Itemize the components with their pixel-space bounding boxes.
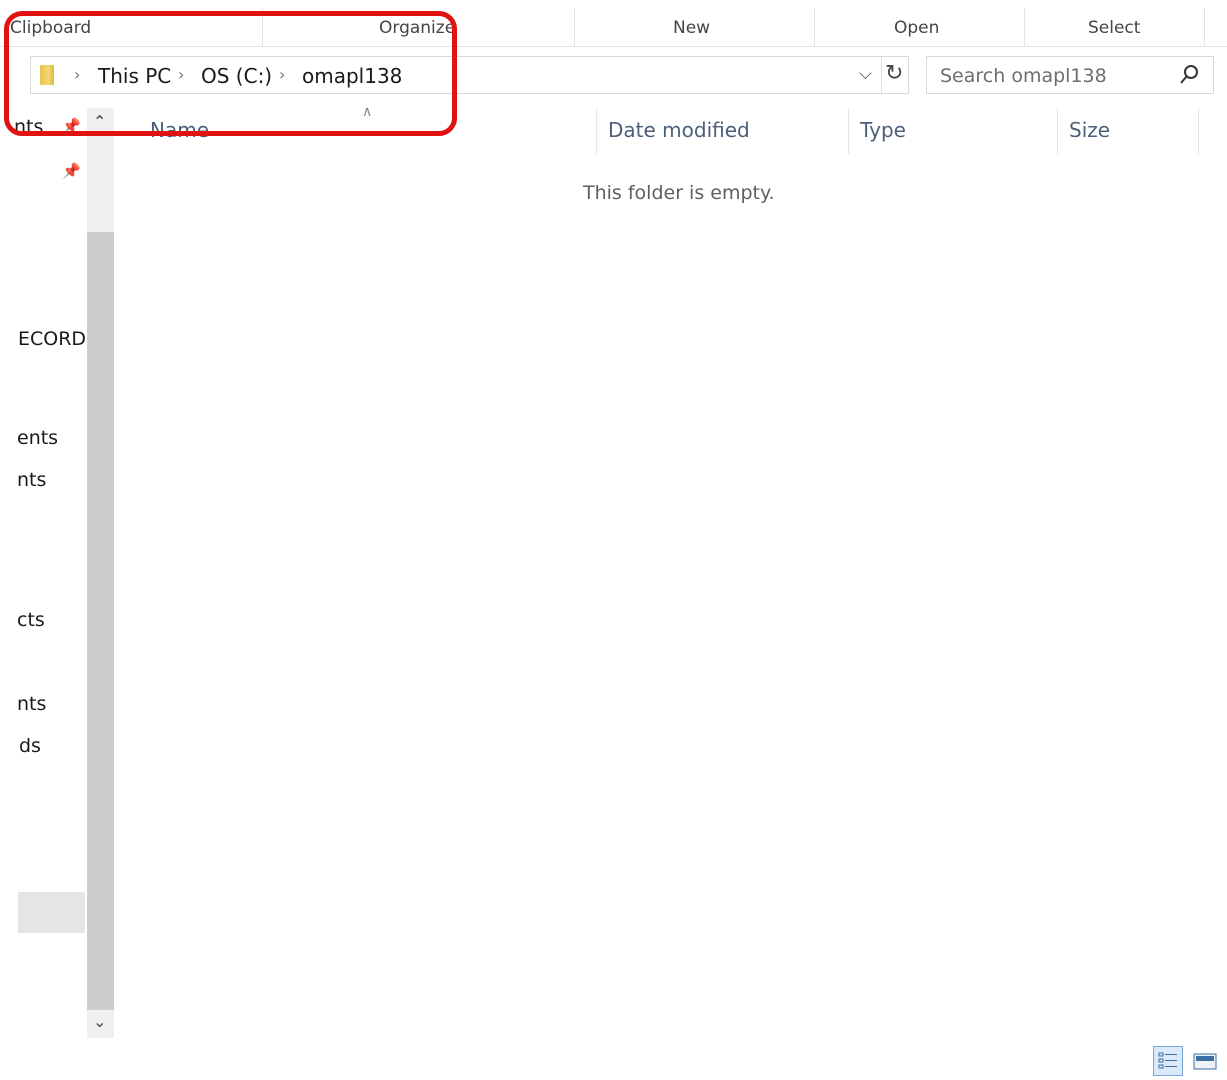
nav-item-documents[interactable]: ents [17,427,58,449]
chevron-right-icon[interactable]: › [74,65,80,84]
address-divider [881,57,882,93]
ribbon-group-open: Open [894,18,940,38]
ribbon-group-new: New [673,18,711,38]
column-divider[interactable] [1057,108,1058,154]
details-view-icon [1158,1052,1177,1069]
nav-item-downloads[interactable]: ds [19,735,41,757]
column-header-date-modified[interactable]: Date modified [608,118,750,142]
column-divider[interactable] [848,108,849,154]
breadcrumb-this-pc[interactable]: This PC [98,64,171,88]
nav-item-recordings[interactable]: ECORDI [18,328,92,350]
ribbon-divider [1024,8,1025,46]
large-icons-view-icon [1193,1053,1217,1070]
nav-scrollbar-thumb[interactable] [87,232,114,1010]
ribbon-divider [262,8,263,46]
pin-icon[interactable]: 📌 [62,117,81,135]
nav-item-quick-access[interactable]: nts [14,116,43,138]
search-input[interactable]: Search omapl138 [926,56,1214,94]
folder-icon [40,65,54,85]
ribbon-group-organize: Organize [379,18,456,38]
chevron-right-icon[interactable]: › [178,65,184,84]
nav-item-documents-2[interactable]: nts [17,693,46,715]
empty-folder-message: This folder is empty. [583,182,775,204]
ribbon-divider [574,8,575,46]
column-header-name[interactable]: Name [150,118,209,142]
column-divider[interactable] [1198,108,1199,154]
scroll-down-icon[interactable]: ⌄ [93,1012,106,1031]
ribbon-divider [814,8,815,46]
nav-item-contents[interactable]: nts [17,469,46,491]
ribbon-divider [1204,8,1205,46]
nav-item-selected[interactable] [18,892,85,933]
sort-caret-icon: ∧ [362,104,373,120]
ribbon-group-labels: Clipboard Organize New Open Select [0,8,1227,47]
chevron-right-icon[interactable]: › [279,65,285,84]
chevron-down-icon[interactable]: ⌵ [859,64,872,84]
search-icon[interactable] [1179,62,1201,88]
large-icons-view-button[interactable] [1190,1046,1220,1076]
column-header-type[interactable]: Type [860,118,906,142]
refresh-icon[interactable]: ↻ [885,61,903,86]
address-bar[interactable]: › This PC › OS (C:) › omapl138 ⌵ ↻ [30,56,909,94]
search-placeholder: Search omapl138 [940,65,1107,87]
breadcrumb-os-c[interactable]: OS (C:) [201,64,272,88]
scroll-up-icon[interactable]: ⌃ [93,112,106,131]
column-header-size[interactable]: Size [1069,118,1110,142]
nav-item-objects[interactable]: cts [17,609,45,631]
ribbon-group-select: Select [1088,18,1141,38]
ribbon-group-clipboard: Clipboard [10,18,92,38]
column-divider[interactable] [596,108,597,154]
details-view-button[interactable] [1153,1046,1183,1076]
pin-icon[interactable]: 📌 [62,162,81,180]
breadcrumb-omapl138[interactable]: omapl138 [302,64,402,88]
